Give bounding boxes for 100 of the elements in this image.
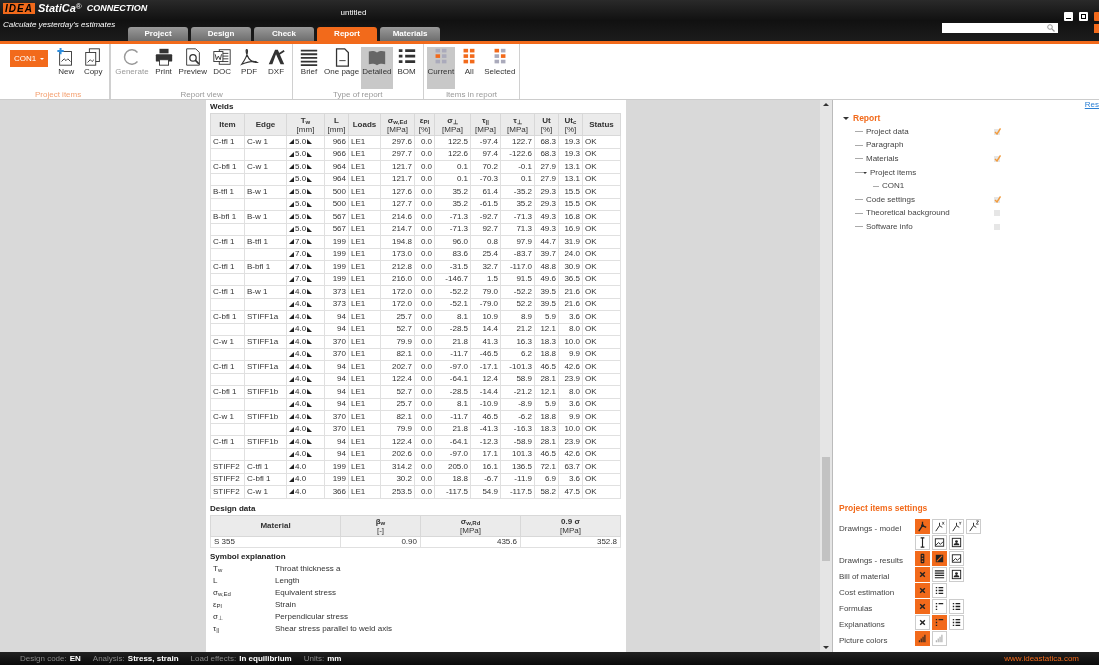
toggle-button[interactable] — [932, 518, 947, 534]
scrollbar-thumb[interactable] — [822, 457, 830, 561]
table-cell: 214.7 — [391, 224, 412, 234]
ribbon-button[interactable]: New — [53, 47, 80, 89]
table-cell: -64.1 — [449, 436, 468, 446]
toggle-button[interactable] — [949, 614, 964, 630]
column-header: τ$_{||}$ — [481, 115, 490, 125]
ribbon-button[interactable]: Current — [426, 47, 456, 89]
checkbox[interactable] — [994, 128, 1000, 135]
expand-icon[interactable] — [843, 116, 849, 120]
table-cell: 7.0 — [295, 261, 307, 272]
scroll-up-icon[interactable] — [823, 102, 829, 107]
table-cell: 52.7 — [396, 324, 412, 334]
table-cell: 0.0 — [420, 186, 432, 196]
tree-item[interactable]: Project items — [870, 166, 998, 179]
ribbon-button[interactable]: One page — [323, 47, 361, 89]
toggle-button[interactable] — [915, 598, 930, 614]
table-cell: OK — [585, 136, 597, 146]
ribbon-button[interactable]: Copy — [80, 47, 107, 89]
tab[interactable]: Check — [254, 27, 314, 41]
tab[interactable]: Materials — [380, 27, 440, 41]
toggle-button[interactable] — [915, 518, 930, 534]
toggle-button[interactable] — [932, 598, 947, 614]
toggle-button[interactable] — [932, 534, 947, 550]
minimize-button[interactable] — [1064, 12, 1073, 21]
tree-item[interactable]: Project data — [866, 125, 994, 138]
toggle-button[interactable] — [949, 534, 964, 550]
table-cell: OK — [585, 424, 597, 434]
table-cell: 5.0 — [295, 199, 307, 210]
table-cell: -70.3 — [479, 174, 498, 184]
toggle-button[interactable] — [932, 630, 947, 646]
toggle-button[interactable] — [949, 550, 964, 566]
toggle-button[interactable] — [949, 566, 964, 582]
table-cell: 4.0 — [295, 286, 307, 297]
checkbox[interactable] — [994, 223, 1000, 230]
table-cell: -92.7 — [479, 211, 498, 221]
table-cell: LE1 — [351, 349, 366, 359]
status-label: Design code: — [20, 652, 67, 665]
checkbox[interactable] — [994, 196, 1000, 203]
toggle-button[interactable] — [915, 614, 930, 630]
toggle-button[interactable] — [966, 518, 981, 534]
search-field[interactable] — [942, 23, 1058, 33]
image-icon — [933, 535, 946, 549]
table-cell: -117.5 — [445, 486, 468, 496]
maximize-button[interactable] — [1079, 12, 1088, 21]
table-cell: 58.2 — [540, 486, 556, 496]
table-cell: 4.0 — [295, 486, 307, 497]
table-cell: 121.7 — [391, 161, 412, 171]
expand-icon[interactable] — [863, 171, 867, 174]
table-cell: 172.0 — [391, 286, 412, 296]
table-cell: 12.4 — [482, 374, 498, 384]
ribbon-button[interactable]: DXF — [263, 47, 290, 89]
table-cell: 0.8 — [486, 236, 498, 246]
checkbox[interactable] — [994, 156, 1000, 162]
tab[interactable]: Design — [191, 27, 251, 41]
table-cell: B-tfl 1 — [247, 236, 268, 246]
tree-item[interactable]: Code settings — [866, 193, 994, 206]
toggle-button[interactable] — [932, 614, 947, 630]
ribbon-button[interactable]: Brief — [296, 47, 323, 89]
website-link[interactable]: www.ideastatica.com — [1004, 652, 1079, 665]
table-cell: LE1 — [351, 436, 366, 446]
toggle-button[interactable] — [932, 582, 947, 598]
ribbon-button[interactable]: Preview — [177, 47, 209, 89]
tree-item[interactable]: Theoretical background — [866, 207, 994, 220]
tree-item[interactable]: Materials — [866, 153, 994, 165]
table-cell: 5.9 — [544, 311, 556, 321]
setting-label: Picture colors — [839, 636, 888, 645]
toggle-button[interactable] — [915, 550, 930, 566]
toggle-button[interactable] — [932, 566, 947, 582]
tree-item[interactable]: Paragraph — [866, 139, 994, 152]
table-cell: 212.8 — [391, 261, 412, 271]
toggle-button[interactable] — [915, 566, 930, 582]
tree-item[interactable]: CON1 — [882, 180, 1010, 193]
ribbon-button[interactable]: BOM — [393, 47, 420, 89]
checkbox[interactable] — [994, 210, 1000, 217]
ribbon-button[interactable]: DOC — [209, 47, 236, 89]
table-cell: OK — [585, 299, 597, 309]
scroll-down-icon[interactable] — [823, 645, 829, 650]
options-button[interactable] — [1094, 23, 1099, 33]
toggle-button[interactable] — [915, 630, 930, 646]
status-value: mm — [327, 652, 342, 665]
ribbon-button[interactable]: Print — [150, 47, 177, 89]
tree-item[interactable]: Software info — [866, 220, 994, 233]
table-cell: 3.6 — [568, 311, 580, 321]
tab[interactable]: Project — [128, 27, 188, 41]
toggle-button[interactable] — [915, 534, 930, 550]
table-cell: 297.6 — [391, 136, 412, 146]
toggle-button[interactable] — [932, 550, 947, 566]
toggle-button[interactable] — [949, 518, 964, 534]
table-cell: 0.0 — [420, 361, 432, 371]
column-header: 0.9 σ — [560, 516, 581, 526]
table-cell: OK — [585, 224, 597, 234]
link[interactable]: Res — [1084, 100, 1099, 110]
ribbon-button[interactable]: PDF — [236, 47, 263, 89]
table-cell: 964 — [332, 161, 346, 171]
toggle-button[interactable] — [949, 598, 964, 614]
ribbon-button[interactable]: All — [456, 47, 483, 89]
toggle-button[interactable] — [915, 582, 930, 598]
ribbon-button[interactable]: Selected — [483, 47, 517, 89]
ribbon-button[interactable]: Detailed — [361, 47, 393, 89]
